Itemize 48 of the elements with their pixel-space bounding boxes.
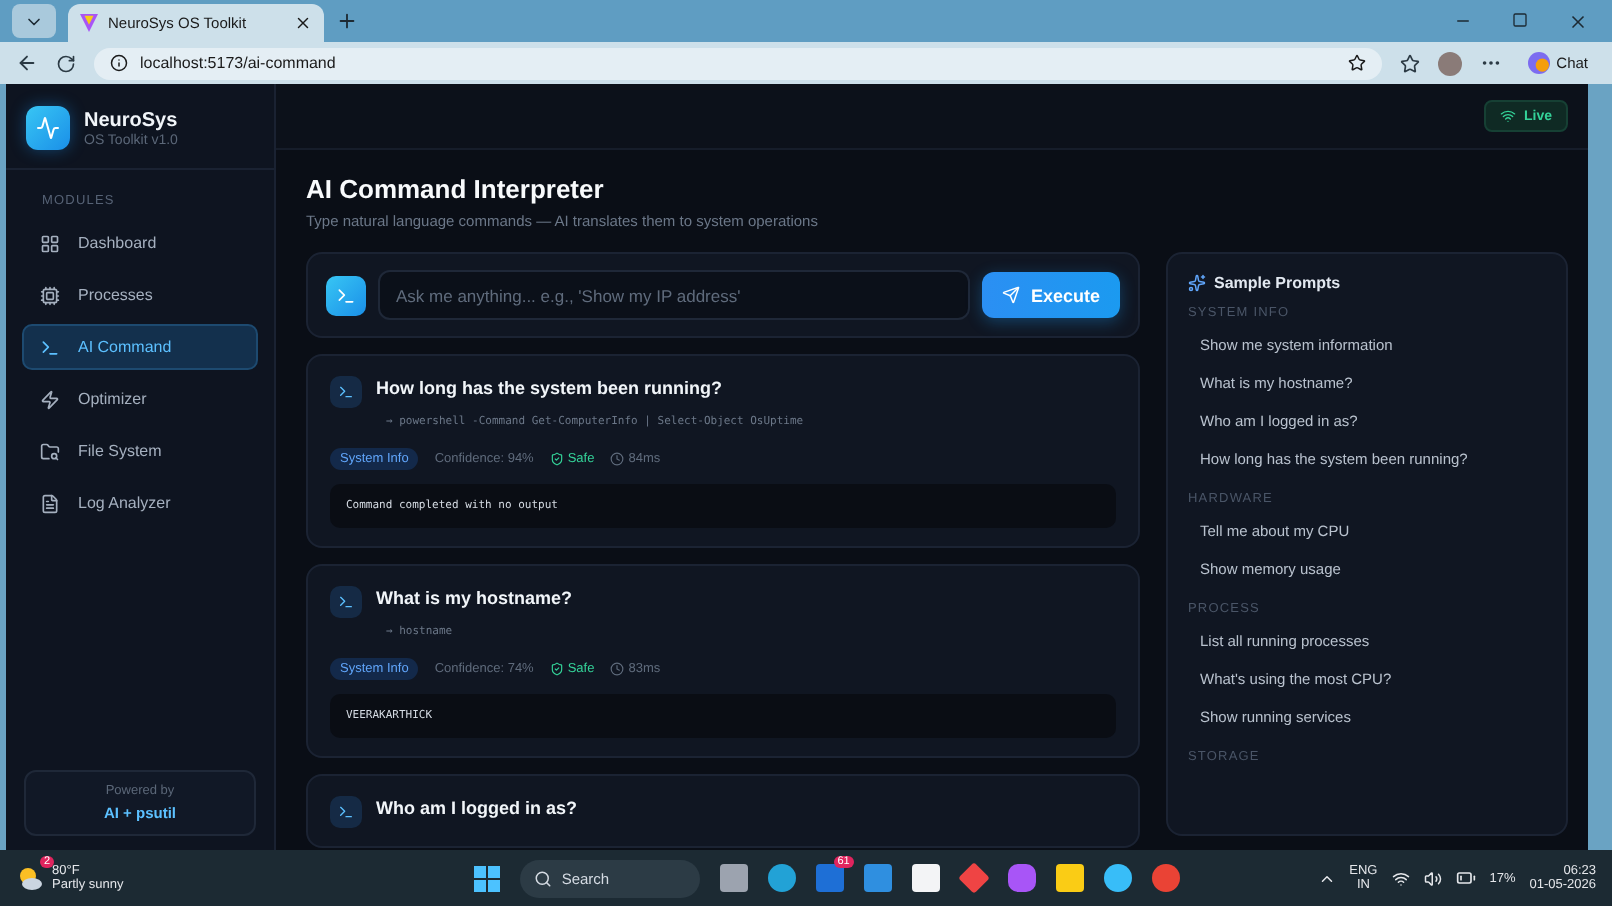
sidebar-item[interactable]: Processes <box>22 272 258 318</box>
back-icon[interactable] <box>16 52 38 74</box>
command-input[interactable]: Ask me anything... e.g., 'Show my IP address' <box>378 270 971 320</box>
wifi-icon <box>1499 108 1516 124</box>
chip-icon <box>40 285 60 305</box>
sidebar-item[interactable]: Optimizer <box>22 376 258 422</box>
sidebar-item[interactable]: AI Command <box>22 324 258 370</box>
volume-icon[interactable] <box>1423 869 1442 887</box>
star-icon[interactable] <box>1348 54 1367 72</box>
panel-title: Sample Prompts <box>1214 274 1341 292</box>
shield-icon <box>549 662 564 676</box>
query-text: How long has the system been running? <box>376 378 723 398</box>
lightning-icon <box>40 389 60 409</box>
terminal-icon <box>330 796 362 828</box>
brand-name: NeuroSys <box>84 109 178 131</box>
sidebar-item[interactable]: Log Analyzer <box>22 480 258 526</box>
clock-icon <box>610 662 625 676</box>
query-text: Who am I logged in as? <box>376 798 578 818</box>
favorites-icon[interactable] <box>1400 53 1421 73</box>
send-icon <box>1002 286 1021 304</box>
avatar[interactable] <box>1438 51 1463 75</box>
folder-search-icon <box>40 441 60 461</box>
terminal-icon <box>40 337 60 357</box>
clock-icon <box>610 452 625 466</box>
terminal-icon <box>330 586 362 618</box>
query-text: What is my hostname? <box>376 588 573 608</box>
app-icon[interactable] <box>1103 864 1132 892</box>
new-tab-icon[interactable] <box>336 10 358 32</box>
close-icon[interactable] <box>294 14 312 32</box>
wifi-icon[interactable] <box>1391 869 1410 887</box>
logo-icon <box>80 14 98 32</box>
grid-icon <box>40 233 60 253</box>
sidebar-item[interactable]: Dashboard <box>22 220 258 266</box>
terminal-icon <box>326 275 366 315</box>
refresh-icon[interactable] <box>56 53 76 73</box>
sidebar-item[interactable]: File System <box>22 428 258 474</box>
maximize-icon[interactable] <box>1512 11 1528 27</box>
battery-icon[interactable] <box>1455 868 1476 888</box>
logo-icon <box>26 106 70 150</box>
address-bar[interactable]: localhost:5173/ai-command <box>94 47 1383 79</box>
windows-logo-icon[interactable] <box>473 865 500 891</box>
document-icon <box>40 493 60 513</box>
url-text: localhost:5173/ai-command <box>140 54 336 72</box>
shield-icon <box>549 452 564 466</box>
terminal-icon <box>330 376 362 408</box>
search-icon <box>533 869 552 887</box>
info-icon[interactable] <box>110 54 128 72</box>
page-title: AI Command Interpreter <box>306 174 606 204</box>
